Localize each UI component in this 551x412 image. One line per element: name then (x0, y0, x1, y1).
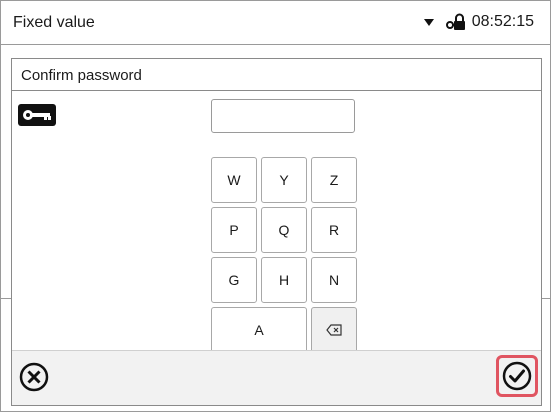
key-q[interactable]: Q (261, 207, 307, 253)
clock-time: 08:52:15 (471, 13, 534, 30)
key-n[interactable]: N (311, 257, 357, 303)
key-w[interactable]: W (211, 157, 257, 203)
dialog-title: Confirm password (21, 67, 142, 84)
key-y[interactable]: Y (261, 157, 307, 203)
key-g[interactable]: G (211, 257, 257, 303)
confirm-password-dialog: Confirm password W Y Z P Q R G H N A (11, 58, 542, 406)
dialog-footer (12, 350, 541, 405)
key-a[interactable]: A (211, 307, 307, 353)
confirm-highlight (496, 355, 538, 397)
left-edge-marker (1, 298, 11, 299)
cancel-button[interactable] (18, 361, 50, 393)
close-circle-icon (19, 362, 49, 392)
key-icon (18, 104, 56, 126)
confirm-button[interactable] (501, 360, 533, 392)
lock-key-icon (445, 13, 465, 30)
backspace-icon (326, 324, 342, 336)
key-r[interactable]: R (311, 207, 357, 253)
backspace-key[interactable] (311, 307, 357, 353)
key-h[interactable]: H (261, 257, 307, 303)
status-bar: Fixed value 08:52:15 (1, 1, 550, 45)
mode-label[interactable]: Fixed value (13, 14, 95, 32)
chevron-down-icon[interactable] (423, 18, 434, 26)
password-input[interactable] (211, 99, 355, 133)
dialog-header: Confirm password (12, 59, 541, 91)
check-circle-icon (502, 361, 532, 391)
key-z[interactable]: Z (311, 157, 357, 203)
status-indicators: 08:52:15 (423, 13, 534, 31)
key-p[interactable]: P (211, 207, 257, 253)
device-screen: Fixed value 08:52:15 Confirm password W … (0, 0, 551, 412)
